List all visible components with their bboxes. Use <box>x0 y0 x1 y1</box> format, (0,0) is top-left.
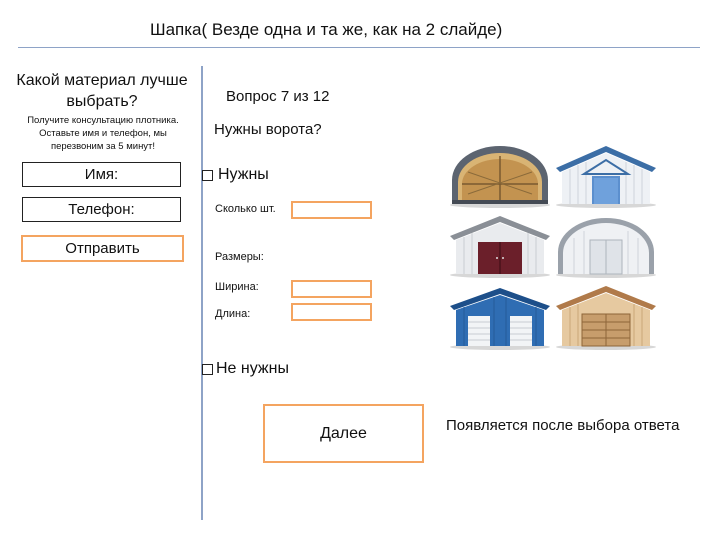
helper-note: Появляется после выбора ответа <box>446 417 680 434</box>
option-not-needed-label: Не нужны <box>216 360 289 377</box>
blue-double-garage-icon[interactable] <box>448 284 552 350</box>
quantity-input[interactable] <box>291 201 372 219</box>
sidebar-title: Какой материал лучше выбрать? <box>16 72 188 110</box>
header-divider <box>18 47 700 48</box>
option-not-needed-checkbox[interactable] <box>202 363 213 375</box>
column-divider <box>201 66 203 520</box>
sidebar-subtitle: Получите консультацию плотника. Оставьте… <box>27 115 179 152</box>
send-button[interactable]: Отправить <box>21 235 184 262</box>
quantity-label: Сколько шт. <box>215 203 276 215</box>
question-counter: Вопрос 7 из 12 <box>226 88 330 105</box>
arched-hangar-wood-icon[interactable] <box>448 142 552 208</box>
option-not-needed[interactable]: Не нужны <box>202 360 289 378</box>
question-text: Нужны ворота? <box>214 121 322 138</box>
option-needed[interactable]: Нужны <box>202 166 269 184</box>
sizes-label: Размеры: <box>215 251 264 263</box>
blue-door-warehouse-icon[interactable] <box>554 142 658 208</box>
name-field[interactable]: Имя: <box>22 162 181 187</box>
option-needed-label: Нужны <box>218 166 269 183</box>
wooden-garage-icon[interactable] <box>554 284 658 350</box>
option-needed-checkbox[interactable] <box>202 169 213 181</box>
length-input[interactable] <box>291 303 372 321</box>
page-header-title: Шапка( Везде одна и та же, как на 2 слай… <box>150 20 503 39</box>
width-input[interactable] <box>291 280 372 298</box>
length-label: Длина: <box>215 308 251 320</box>
width-label: Ширина: <box>215 281 259 293</box>
next-button[interactable]: Далее <box>263 404 424 463</box>
arched-hangar-white-icon[interactable] <box>554 212 658 278</box>
red-gate-garage-icon[interactable] <box>448 212 552 278</box>
phone-field[interactable]: Телефон: <box>22 197 181 222</box>
